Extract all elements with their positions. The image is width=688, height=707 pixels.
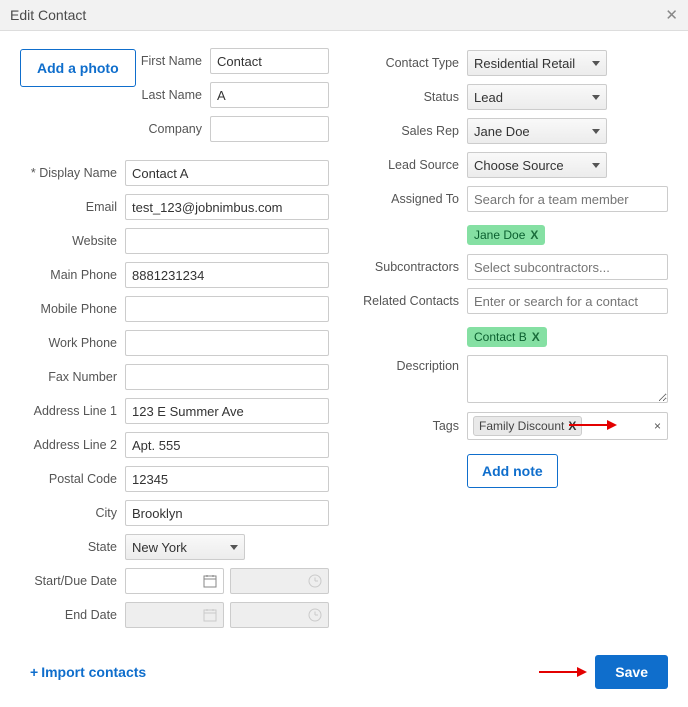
first-name-input[interactable] xyxy=(210,48,329,74)
chevron-down-icon xyxy=(592,95,600,100)
clock-icon xyxy=(308,608,322,622)
plus-icon: + xyxy=(30,664,38,680)
contact-type-value: Residential Retail xyxy=(474,56,575,71)
company-input[interactable] xyxy=(210,116,329,142)
label-work-phone: Work Phone xyxy=(20,336,125,350)
label-company: Company xyxy=(20,122,210,136)
related-contacts-input[interactable] xyxy=(467,288,668,314)
import-contacts-link[interactable]: +Import contacts xyxy=(30,664,146,680)
label-address2: Address Line 2 xyxy=(20,438,125,452)
label-subcontractors: Subcontractors xyxy=(359,260,467,274)
remove-chip-icon[interactable]: X xyxy=(530,228,538,242)
label-description: Description xyxy=(359,355,467,373)
calendar-icon xyxy=(203,608,217,622)
chevron-down-icon xyxy=(592,61,600,66)
import-label: Import contacts xyxy=(41,664,146,680)
state-select[interactable]: New York xyxy=(125,534,245,560)
lead-source-value: Choose Source xyxy=(474,158,564,173)
remove-chip-icon[interactable]: X xyxy=(532,330,540,344)
start-time-input[interactable] xyxy=(230,568,329,594)
start-date-input[interactable] xyxy=(125,568,224,594)
display-name-input[interactable] xyxy=(125,160,329,186)
clock-icon xyxy=(308,574,322,588)
label-last-name: Last Name xyxy=(20,88,210,102)
label-lead-source: Lead Source xyxy=(359,158,467,172)
save-button[interactable]: Save xyxy=(595,655,668,689)
fax-number-input[interactable] xyxy=(125,364,329,390)
label-first-name: First Name xyxy=(20,54,210,68)
address2-input[interactable] xyxy=(125,432,329,458)
tag-label: Family Discount xyxy=(479,419,564,433)
label-start-date: Start/Due Date xyxy=(20,574,125,588)
label-website: Website xyxy=(20,234,125,248)
contact-type-select[interactable]: Residential Retail xyxy=(467,50,607,76)
mobile-phone-input[interactable] xyxy=(125,296,329,322)
label-end-date: End Date xyxy=(20,608,125,622)
lead-source-select[interactable]: Choose Source xyxy=(467,152,607,178)
label-main-phone: Main Phone xyxy=(20,268,125,282)
calendar-icon xyxy=(203,574,217,588)
label-email: Email xyxy=(20,200,125,214)
chip-label: Contact B xyxy=(474,330,527,344)
website-input[interactable] xyxy=(125,228,329,254)
add-note-button[interactable]: Add note xyxy=(467,454,558,488)
end-time-input[interactable] xyxy=(230,602,329,628)
label-contact-type: Contact Type xyxy=(359,56,467,70)
label-state: State xyxy=(20,540,125,554)
main-phone-input[interactable] xyxy=(125,262,329,288)
email-input[interactable] xyxy=(125,194,329,220)
chevron-down-icon xyxy=(592,129,600,134)
tags-input[interactable]: Family Discount X × xyxy=(467,412,668,440)
label-tags: Tags xyxy=(359,419,467,433)
label-city: City xyxy=(20,506,125,520)
state-value: New York xyxy=(132,540,187,555)
last-name-input[interactable] xyxy=(210,82,329,108)
label-related-contacts: Related Contacts xyxy=(359,294,467,308)
label-postal-code: Postal Code xyxy=(20,472,125,486)
clear-all-tags-icon[interactable]: × xyxy=(654,419,661,433)
close-icon[interactable]: ✕ xyxy=(665,6,678,24)
subcontractors-input[interactable] xyxy=(467,254,668,280)
label-fax-number: Fax Number xyxy=(20,370,125,384)
label-display-name: * Display Name xyxy=(20,166,125,180)
tag-chip: Family Discount X xyxy=(473,416,582,436)
titlebar: Edit Contact ✕ xyxy=(0,0,688,31)
status-select[interactable]: Lead xyxy=(467,84,607,110)
chip-label: Jane Doe xyxy=(474,228,525,242)
assigned-to-input[interactable] xyxy=(467,186,668,212)
label-address1: Address Line 1 xyxy=(20,404,125,418)
label-sales-rep: Sales Rep xyxy=(359,124,467,138)
city-input[interactable] xyxy=(125,500,329,526)
related-contact-chip: Contact B X xyxy=(467,327,547,347)
address1-input[interactable] xyxy=(125,398,329,424)
annotation-arrow-icon xyxy=(569,419,617,431)
label-mobile-phone: Mobile Phone xyxy=(20,302,125,316)
description-textarea[interactable] xyxy=(467,355,668,403)
work-phone-input[interactable] xyxy=(125,330,329,356)
label-status: Status xyxy=(359,90,467,104)
assigned-to-chip: Jane Doe X xyxy=(467,225,545,245)
annotation-arrow-icon xyxy=(539,666,587,678)
end-date-input[interactable] xyxy=(125,602,224,628)
sales-rep-value: Jane Doe xyxy=(474,124,530,139)
chevron-down-icon xyxy=(592,163,600,168)
chevron-down-icon xyxy=(230,545,238,550)
window-title: Edit Contact xyxy=(10,7,86,23)
status-value: Lead xyxy=(474,90,503,105)
label-assigned-to: Assigned To xyxy=(359,192,467,206)
sales-rep-select[interactable]: Jane Doe xyxy=(467,118,607,144)
postal-code-input[interactable] xyxy=(125,466,329,492)
